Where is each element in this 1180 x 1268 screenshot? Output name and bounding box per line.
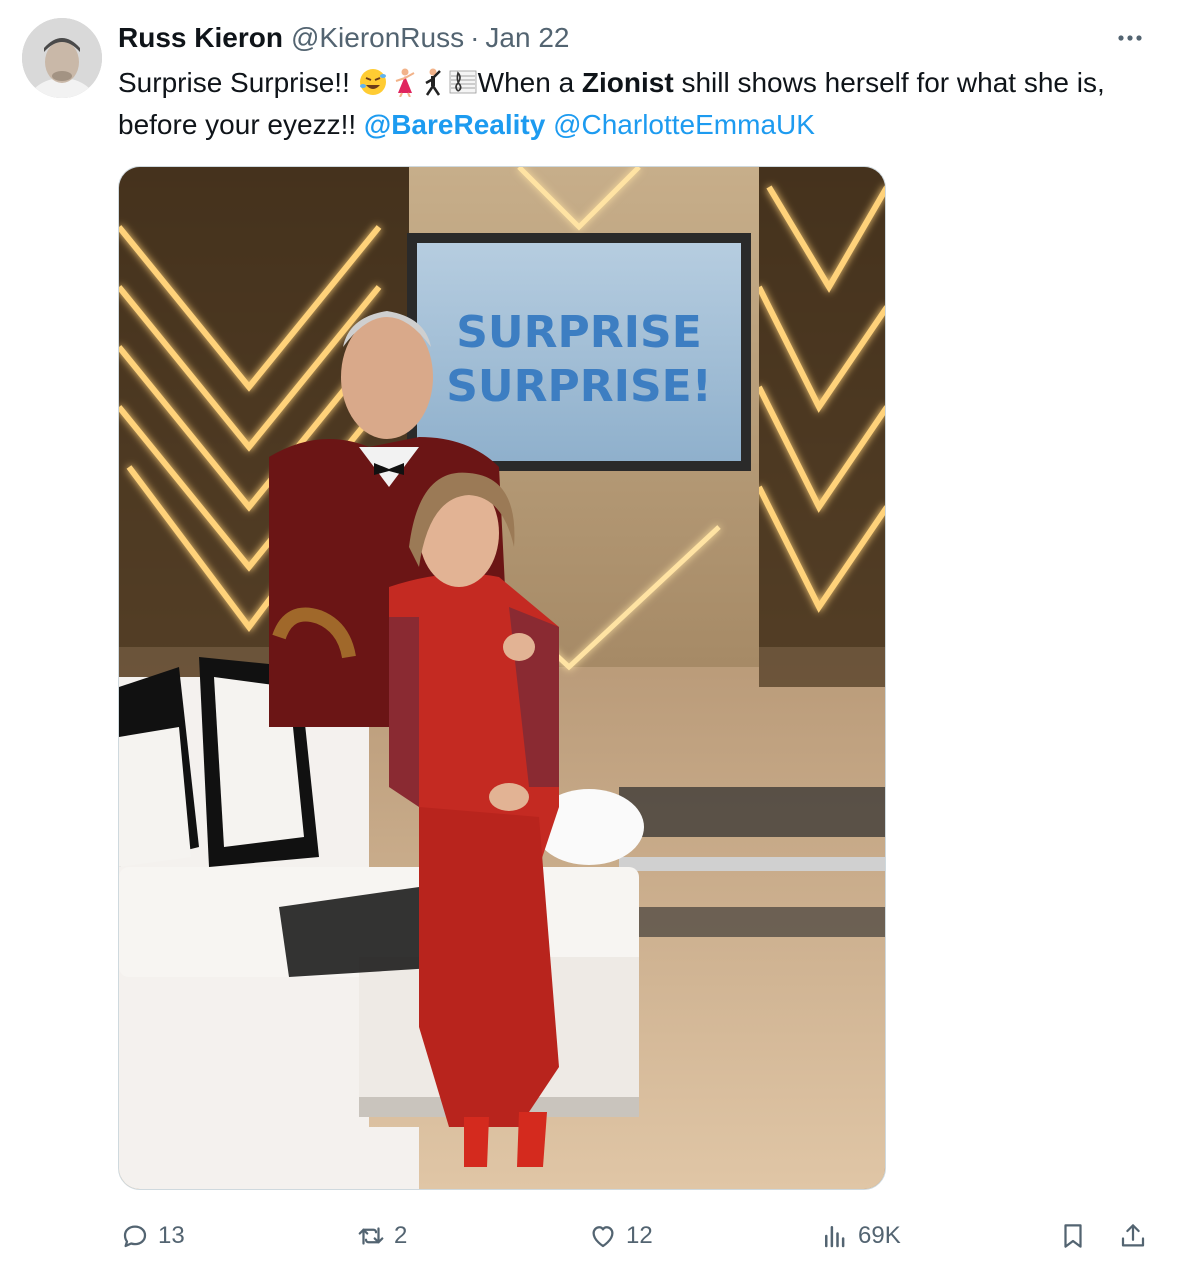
screen-text-line-2: SURPRISE! [446, 361, 712, 412]
mention-gap [545, 109, 553, 140]
views-button[interactable]: 69K [820, 1216, 901, 1256]
share-button[interactable] [1118, 1216, 1148, 1256]
dancing-woman-emoji-icon [395, 68, 415, 97]
repost-count: 2 [394, 1222, 408, 1249]
musical-score-emoji-icon [449, 70, 477, 94]
reply-count: 13 [158, 1222, 185, 1249]
reply-button[interactable]: 13 [120, 1216, 185, 1256]
tweet-text-start: Surprise Surprise!! [118, 67, 358, 98]
mention-charlotteemmauk[interactable]: @CharlotteEmmaUK [553, 109, 815, 140]
tweet: Russ Kieron @KieronRuss · Jan 22 Surpris… [0, 0, 1180, 1268]
like-count: 12 [626, 1222, 653, 1249]
action-bar: 13 2 12 69K [0, 1216, 1180, 1256]
tweet-date[interactable]: Jan 22 [485, 22, 569, 54]
bookmark-icon [1064, 1224, 1082, 1248]
more-options-icon[interactable] [1114, 22, 1146, 54]
like-button[interactable]: 12 [588, 1216, 653, 1256]
avatar[interactable] [22, 18, 102, 98]
repost-icon [358, 1227, 384, 1245]
bookmark-button[interactable] [1058, 1216, 1088, 1256]
rolling-laughing-emoji-icon [359, 69, 386, 95]
views-count: 69K [858, 1222, 901, 1249]
tweet-text-bold: Zionist [581, 67, 674, 98]
tweet-media-image[interactable]: SURPRISE SURPRISE! [118, 166, 886, 1190]
separator-dot: · [470, 22, 480, 53]
author-handle[interactable]: @KieronRuss [291, 22, 464, 54]
tweet-text-when: When a [477, 67, 582, 98]
reply-icon [123, 1225, 147, 1248]
screen-text-line-1: SURPRISE [456, 307, 702, 358]
repost-button[interactable]: 2 [356, 1216, 407, 1256]
profile-photo-icon [22, 18, 102, 98]
heart-icon [592, 1226, 614, 1248]
views-chart-icon [825, 1226, 845, 1248]
tweet-text: Surprise Surprise!! When a Zionist shill… [118, 62, 1158, 146]
share-icon [1121, 1224, 1145, 1247]
dancing-man-emoji-icon [425, 68, 441, 96]
author-name[interactable]: Russ Kieron [118, 22, 283, 54]
tv-studio-photo: SURPRISE SURPRISE! [119, 167, 885, 1189]
mention-barereality[interactable]: @BareReality [364, 109, 545, 140]
tweet-header: Russ Kieron @KieronRuss · Jan 22 [118, 20, 570, 56]
